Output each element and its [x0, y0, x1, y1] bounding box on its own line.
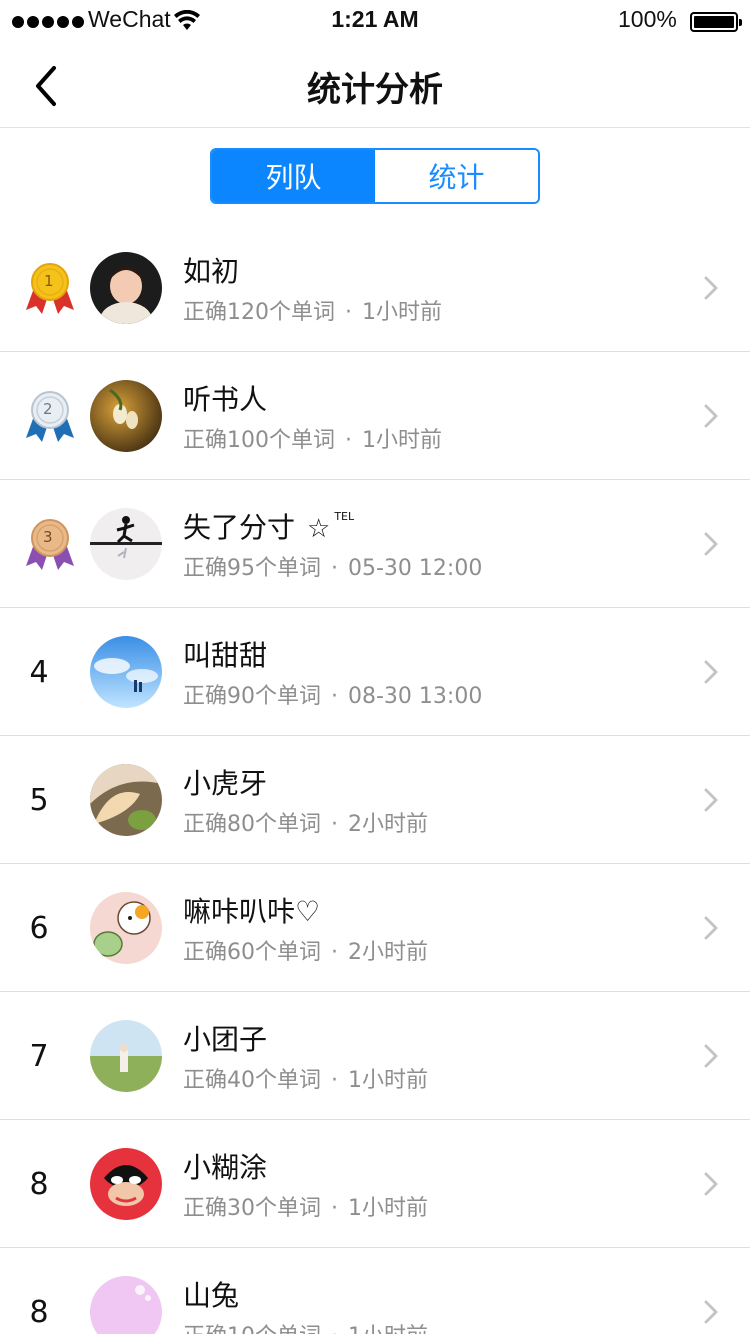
user-meta: 正确90个单词 · 08-30 13:00 — [183, 684, 483, 709]
chevron-right-icon — [704, 788, 718, 812]
timestamp: 1小时前 — [362, 300, 442, 325]
user-meta: 正确10个单词·1小时前 — [183, 1318, 428, 1334]
user-meta: 正确95个单词 · 05-30 12:00 — [183, 556, 483, 581]
user-name: 小虎牙 — [183, 767, 268, 800]
user-meta: 正确30个单词 · 1小时前 — [183, 1196, 428, 1221]
chevron-right-icon — [704, 660, 718, 684]
chevron-right-icon — [704, 1172, 718, 1196]
rank-number: 4 — [29, 654, 49, 690]
timestamp: 08-30 13:00 — [348, 684, 483, 709]
timestamp: 1小时前 — [348, 1068, 428, 1093]
correct-count: 正确30个单词 — [183, 1196, 321, 1221]
chevron-right-icon — [704, 1044, 718, 1068]
user-name: 山兔 — [183, 1279, 240, 1312]
timestamp: 1小时前 — [348, 1324, 428, 1334]
user-name: 小团子 — [183, 1023, 268, 1056]
tel-tag: TEL — [334, 510, 355, 523]
rank-number: 8 — [29, 1294, 49, 1330]
timestamp: 2小时前 — [348, 940, 428, 965]
correct-count: 正确120个单词 — [183, 300, 335, 325]
medal-rank-number: 2 — [43, 400, 53, 418]
correct-count: 正确40个单词 — [183, 1068, 321, 1093]
user-name-text: 失了分寸 — [183, 511, 296, 544]
correct-count: 正确80个单词 — [183, 812, 321, 837]
avatar — [90, 1276, 162, 1334]
gold-medal-icon — [26, 263, 74, 314]
user-name: 失了分寸 ☆ TEL — [183, 506, 354, 546]
list-item[interactable]: 2 听书人 正确100个单词 · 1小时前 — [0, 352, 750, 480]
bronze-medal-icon — [26, 519, 74, 570]
medal-rank-number: 1 — [44, 272, 54, 290]
list-item[interactable]: 8 山兔 正确10个单词·1小时前 — [0, 1248, 750, 1334]
star-icon: ☆ — [307, 514, 331, 544]
segmented-control: 列队 统计 — [210, 148, 540, 204]
correct-count: 正确10个单词 — [183, 1324, 321, 1334]
timestamp: 2小时前 — [348, 812, 428, 837]
avatar — [90, 380, 162, 452]
ranking-list: 1 如初 正确120个单词 · 1小时前 2 听书人 正确100个单词 · 1小时前 — [0, 224, 750, 1334]
user-meta: 正确80个单词 · 2小时前 — [183, 812, 428, 837]
battery-icon — [690, 12, 742, 32]
avatar — [90, 508, 162, 580]
user-name: 嘛咔叭咔♡ — [183, 895, 321, 928]
list-item[interactable]: 1 如初 正确120个单词 · 1小时前 — [0, 224, 750, 352]
tab-statistics[interactable]: 统计 — [375, 150, 538, 202]
user-meta: 正确60个单词 · 2小时前 — [183, 940, 428, 965]
avatar — [90, 764, 162, 836]
user-meta: 正确100个单词 · 1小时前 — [183, 428, 442, 453]
list-item[interactable]: 3 失了分寸 ☆ TEL 正确95个单词 · 05-30 12:00 — [0, 480, 750, 608]
timestamp: 1小时前 — [348, 1196, 428, 1221]
correct-count: 正确95个单词 — [183, 556, 321, 581]
list-item[interactable]: 5 小虎牙 正确80个单词 · 2小时前 — [0, 736, 750, 864]
page-title: 统计分析 — [307, 70, 443, 110]
rank-number: 7 — [29, 1038, 49, 1074]
user-name: 听书人 — [183, 383, 268, 416]
navigation-bar: 统计分析 — [0, 44, 750, 128]
medal-rank-number: 3 — [43, 528, 53, 546]
rank-number: 6 — [29, 910, 49, 946]
timestamp: 1小时前 — [362, 428, 442, 453]
list-item[interactable]: 4 叫甜甜 正确90个单词 · 08-30 13:00 — [0, 608, 750, 736]
user-name: 小糊涂 — [183, 1151, 268, 1184]
user-meta: 正确40个单词 · 1小时前 — [183, 1068, 428, 1093]
rank-number: 8 — [29, 1166, 49, 1202]
avatar — [90, 252, 162, 324]
tab-queue[interactable]: 列队 — [212, 150, 375, 202]
list-item[interactable]: 6 嘛咔叭咔♡ 正确60个单词 · 2小时前 — [0, 864, 750, 992]
chevron-right-icon — [704, 1300, 718, 1324]
avatar — [90, 892, 162, 964]
status-bar: WeChat 1:21 AM 100% — [0, 0, 750, 44]
chevron-right-icon — [704, 532, 718, 556]
correct-count: 正确100个单词 — [183, 428, 335, 453]
timestamp: 05-30 12:00 — [348, 556, 483, 581]
silver-medal-icon — [26, 391, 74, 442]
rank-number: 5 — [29, 782, 49, 818]
correct-count: 正确90个单词 — [183, 684, 321, 709]
list-item[interactable]: 8 小糊涂 正确30个单词 · 1小时前 — [0, 1120, 750, 1248]
avatar — [90, 1148, 162, 1220]
user-meta: 正确120个单词 · 1小时前 — [183, 300, 442, 325]
chevron-right-icon — [704, 276, 718, 300]
avatar — [90, 1020, 162, 1092]
list-item[interactable]: 7 小团子 正确40个单词 · 1小时前 — [0, 992, 750, 1120]
chevron-right-icon — [704, 404, 718, 428]
correct-count: 正确60个单词 — [183, 940, 321, 965]
user-name: 如初 — [183, 255, 240, 288]
chevron-right-icon — [704, 916, 718, 940]
battery-percentage: 100% — [618, 6, 677, 32]
user-name: 叫甜甜 — [183, 639, 268, 672]
avatar — [90, 636, 162, 708]
